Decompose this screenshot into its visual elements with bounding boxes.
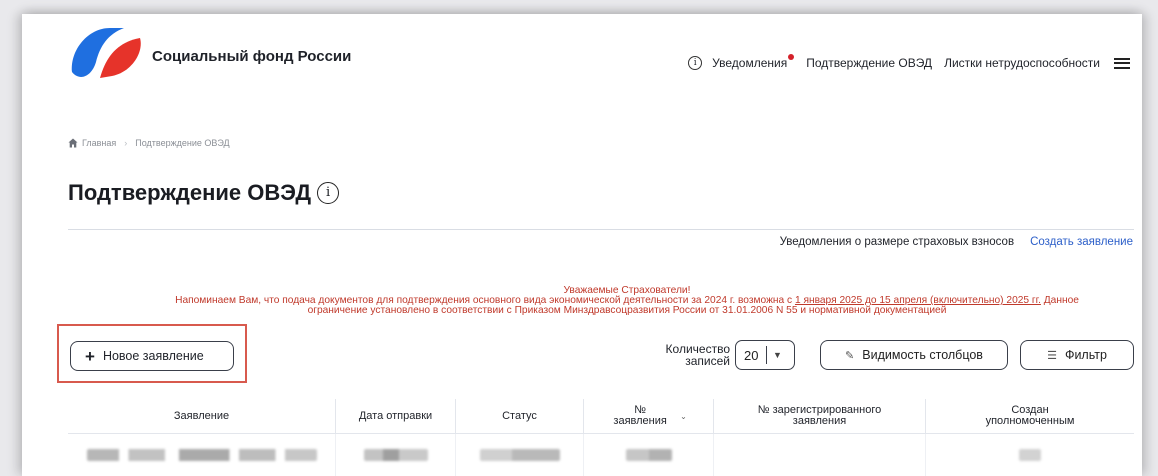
new-application-label: Новое заявление bbox=[102, 349, 204, 363]
logo-icon[interactable] bbox=[66, 22, 146, 86]
top-navigation: i Уведомления Подтверждение ОВЭД Листки … bbox=[688, 54, 1130, 70]
column-header-application[interactable]: Заявление bbox=[68, 399, 336, 433]
filter-button[interactable]: ☰ Фильтр bbox=[1020, 340, 1134, 370]
pencil-icon: ✎ bbox=[845, 349, 855, 362]
breadcrumb: Главная › Подтверждение ОВЭД bbox=[68, 138, 230, 148]
nav-confirm-oved[interactable]: Подтверждение ОВЭД bbox=[806, 56, 932, 70]
table-cell-application-number bbox=[584, 434, 714, 476]
chevron-right-icon: › bbox=[124, 138, 128, 148]
redacted-text bbox=[86, 449, 317, 461]
records-count-select[interactable]: 20 ▼ bbox=[735, 340, 795, 370]
nav-notifications-label: Уведомления bbox=[712, 56, 788, 70]
chevron-down-icon: ▼ bbox=[773, 350, 782, 360]
select-divider bbox=[766, 346, 767, 364]
table-cell-status bbox=[456, 434, 584, 476]
columns-visibility-button[interactable]: ✎ Видимость столбцов bbox=[820, 340, 1008, 370]
column-header-send-date[interactable]: Дата отправки bbox=[336, 399, 456, 433]
sort-icon[interactable]: ⌄ bbox=[680, 411, 687, 422]
table-cell-registered-number bbox=[714, 434, 926, 476]
plus-icon: + bbox=[85, 346, 95, 366]
redacted-text bbox=[479, 449, 560, 461]
redacted-text bbox=[363, 449, 428, 461]
column-header-created-by-authorized[interactable]: Создан уполномоченным bbox=[926, 399, 1134, 433]
columns-visibility-label: Видимость столбцов bbox=[862, 348, 983, 362]
redacted-text bbox=[1019, 449, 1041, 461]
sublinks: Уведомления о размере страховых взносов … bbox=[780, 236, 1133, 248]
info-icon[interactable]: i bbox=[688, 56, 703, 70]
filter-icon: ☰ bbox=[1047, 349, 1057, 362]
table-cell-created-by-authorized bbox=[926, 434, 1134, 476]
records-count-value: 20 bbox=[744, 347, 759, 363]
divider bbox=[68, 229, 1134, 230]
notice-banner: Уважаемые Страхователи! Напоминаем Вам, … bbox=[152, 285, 1102, 316]
notice-text: Напоминаем Вам, что подача документов дл… bbox=[175, 295, 1079, 316]
logo-text[interactable]: Социальный фонд России bbox=[152, 48, 351, 65]
table-cell-application bbox=[68, 434, 336, 476]
notification-dot bbox=[788, 54, 795, 60]
filter-label: Фильтр bbox=[1064, 348, 1107, 362]
table-row[interactable] bbox=[68, 434, 1134, 476]
page-title: Подтверждение ОВЭД bbox=[68, 180, 312, 205]
column-header-registered-number[interactable]: № зарегистрированного заявления bbox=[714, 399, 926, 433]
info-icon[interactable]: i bbox=[317, 182, 340, 204]
page: Социальный фонд России i Уведомления Под… bbox=[22, 14, 1142, 476]
records-count-label: Количество записей bbox=[665, 342, 730, 368]
page-title-container: Подтверждение ОВЭД i bbox=[68, 180, 340, 206]
menu-icon[interactable] bbox=[1114, 57, 1130, 69]
breadcrumb-home[interactable]: Главная bbox=[82, 138, 116, 148]
home-icon[interactable] bbox=[68, 138, 78, 148]
create-application-link[interactable]: Создать заявление bbox=[1030, 236, 1133, 248]
table-header: Заявление Дата отправки Статус № заявлен… bbox=[68, 399, 1134, 434]
breadcrumb-current: Подтверждение ОВЭД bbox=[135, 138, 230, 148]
column-header-application-number[interactable]: № заявления ⌄ bbox=[584, 399, 714, 433]
insurance-notifications-link[interactable]: Уведомления о размере страховых взносов bbox=[780, 236, 1014, 248]
table-cell-send-date bbox=[336, 434, 456, 476]
nav-notifications[interactable]: Уведомления bbox=[712, 54, 795, 70]
new-application-button[interactable]: + Новое заявление bbox=[70, 341, 234, 371]
redacted-text bbox=[625, 449, 672, 461]
nav-sick-leave[interactable]: Листки нетрудоспособности bbox=[944, 56, 1100, 70]
column-header-status[interactable]: Статус bbox=[456, 399, 584, 433]
